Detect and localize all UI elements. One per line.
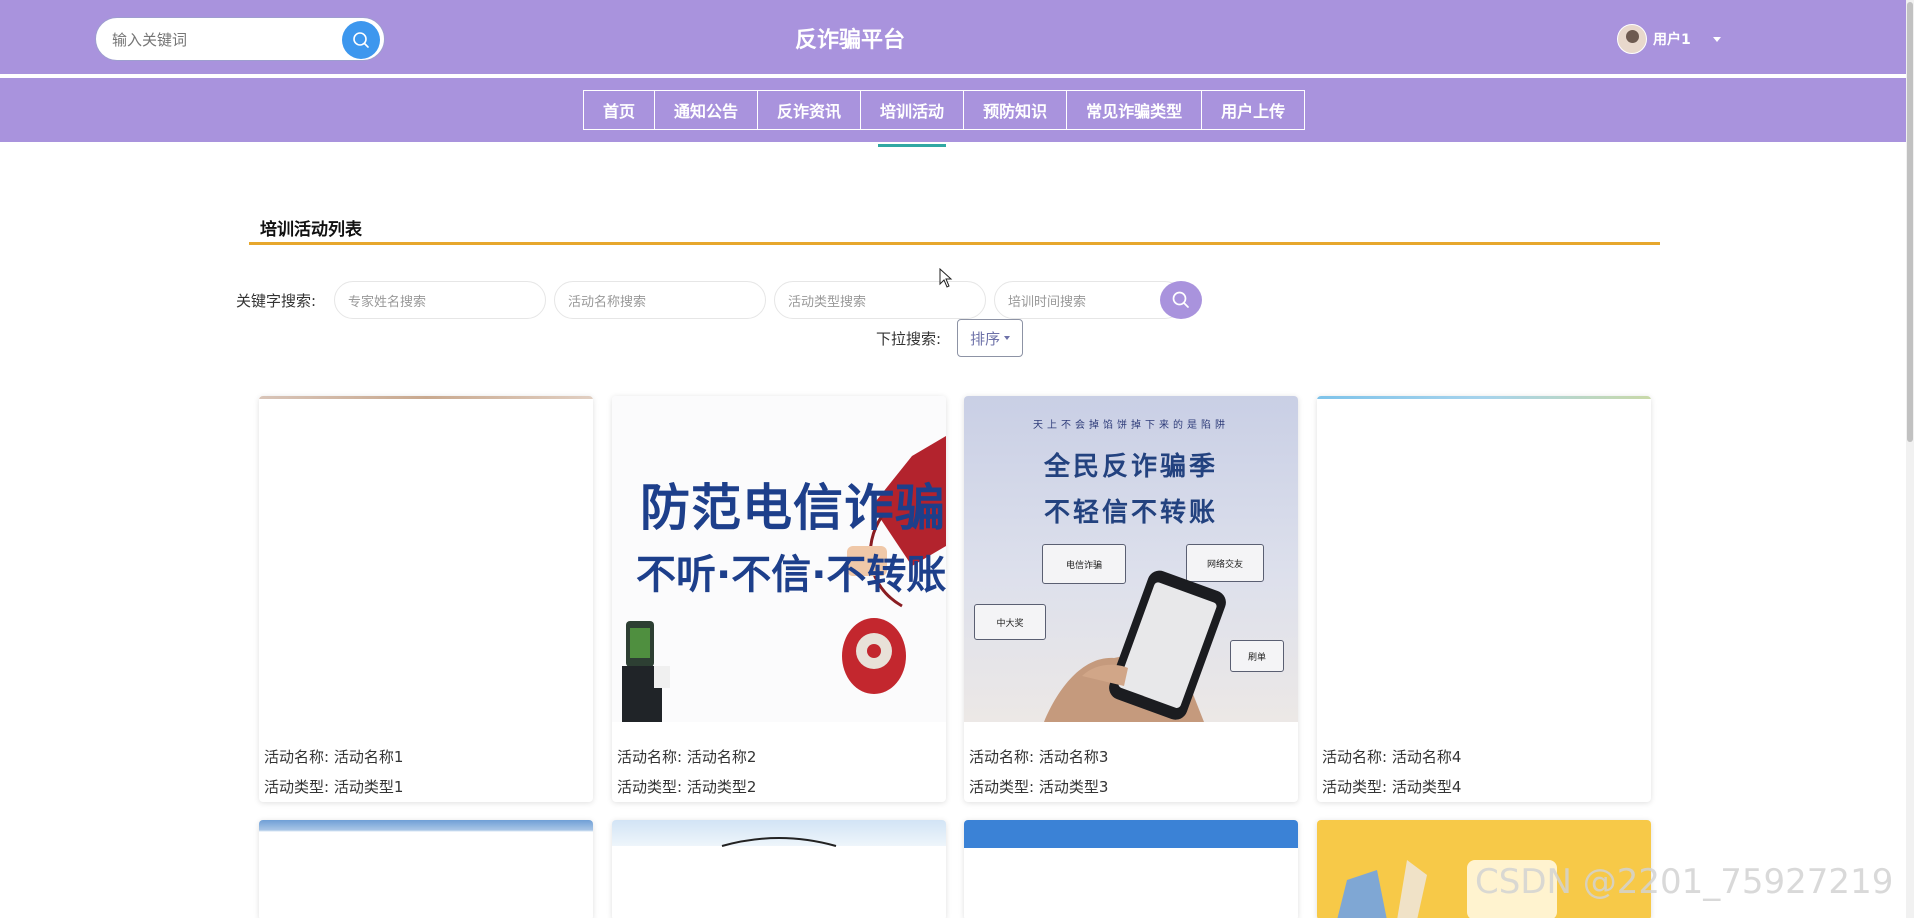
activity-name: 活动名称: 活动名称3 [969,748,1109,766]
activity-type-input[interactable]: 活动类型搜索 [774,281,986,319]
nav-item-prevention[interactable]: 预防知识 [963,90,1068,130]
search-icon [1172,291,1189,308]
activity-image[interactable] [259,396,593,722]
activity-card[interactable]: 天上不会掉馅饼掉下来的是陷阱 全民反诈骗季 不轻信不转账 电信诈骗 网络交友 中… [964,396,1298,802]
keyword-filter-row: 关键字搜索: 专家姓名搜索 活动名称搜索 活动类型搜索 培训时间搜索 [236,281,1202,319]
activity-type: 活动类型: 活动类型3 [969,778,1109,796]
activity-type: 活动类型: 活动类型2 [617,778,757,796]
nav-item-home[interactable]: 首页 [583,90,656,130]
activity-card[interactable] [259,820,593,918]
activity-info: 活动名称: 活动名称4 活动类型: 活动类型4 [1322,742,1461,802]
dropdown-search-label: 下拉搜索: [876,329,942,348]
activity-info: 活动名称: 活动名称2 活动类型: 活动类型2 [617,742,756,802]
avatar[interactable] [1617,24,1647,54]
nav-item-notices[interactable]: 通知公告 [654,90,759,130]
nav-item-training[interactable]: 培训活动 [860,90,965,147]
nav-item-anti-fraud-news[interactable]: 反诈资讯 [757,90,862,130]
watermark: CSDN @2201_75927219 [1475,862,1894,902]
activity-image[interactable]: 天上不会掉馅饼掉下来的是陷阱 全民反诈骗季 不轻信不转账 电信诈骗 网络交友 中… [964,396,1298,722]
section-title: 培训活动列表 [260,220,362,240]
activity-info: 活动名称: 活动名称3 活动类型: 活动类型3 [969,742,1108,802]
user-name[interactable]: 用户1 [1653,29,1691,49]
activity-info: 活动名称: 活动名称1 活动类型: 活动类型1 [264,742,403,802]
activity-type: 活动类型: 活动类型4 [1322,778,1462,796]
top-header: 反诈骗平台 用户1 [0,0,1914,76]
mouse-cursor-icon [939,268,953,288]
filter-search-button[interactable] [1160,281,1202,319]
sort-label: 排序 [970,329,1001,348]
activity-card[interactable]: 防范电信诈骗 不听·不信·不转账 活动名称: 活动名称2 活动类型: 活动类型2 [612,396,946,802]
sort-dropdown[interactable]: 排序 [957,319,1024,357]
keyword-search-label: 关键字搜索: [236,291,317,310]
caret-down-icon [1004,336,1011,340]
scrollbar-thumb[interactable] [1907,2,1913,442]
activity-type: 活动类型: 活动类型1 [264,778,404,796]
activity-card[interactable]: 活动名称: 活动名称4 活动类型: 活动类型4 [1317,396,1651,802]
activity-name: 活动名称: 活动名称4 [1322,748,1462,766]
poster-subheadline: 不听·不信·不转账 [636,552,946,598]
activity-image[interactable] [964,820,1298,918]
nav-item-user-upload[interactable]: 用户上传 [1201,90,1306,130]
expert-name-input[interactable]: 专家姓名搜索 [334,281,546,319]
site-title: 反诈骗平台 [794,28,905,53]
section-divider [249,242,1660,245]
activity-name: 活动名称: 活动名称2 [617,748,757,766]
nav-item-fraud-types[interactable]: 常见诈骗类型 [1066,90,1203,130]
user-menu[interactable]: 用户1 [1617,23,1721,55]
caret-down-icon[interactable] [1712,36,1721,42]
training-time-input[interactable]: 培训时间搜索 [994,281,1184,319]
page: 反诈骗平台 用户1 首页 通知公告 反诈资讯 培训活动 预防知识 常见诈骗类型 … [0,0,1914,918]
activity-name-input[interactable]: 活动名称搜索 [554,281,766,319]
hand-phone-image [1044,570,1226,722]
activity-card[interactable] [612,820,946,918]
nav-list: 首页 通知公告 反诈资讯 培训活动 预防知识 常见诈骗类型 用户上传 [583,90,1306,147]
activity-card[interactable]: 活动名称: 活动名称1 活动类型: 活动类型1 [259,396,593,802]
arch-image [721,837,837,847]
activity-name: 活动名称: 活动名称1 [264,748,404,766]
activity-image[interactable] [612,820,946,918]
poster-headline: 防范电信诈骗 [640,479,946,537]
activity-image[interactable]: 防范电信诈骗 不听·不信·不转账 [612,396,946,722]
activity-image[interactable] [1317,396,1651,722]
dropdown-filter-row: 下拉搜索: 排序 [876,319,1024,357]
activity-image[interactable] [259,820,593,918]
activity-card[interactable] [964,820,1298,918]
main-nav: 首页 通知公告 反诈资讯 培训活动 预防知识 常见诈骗类型 用户上传 [0,78,1914,147]
